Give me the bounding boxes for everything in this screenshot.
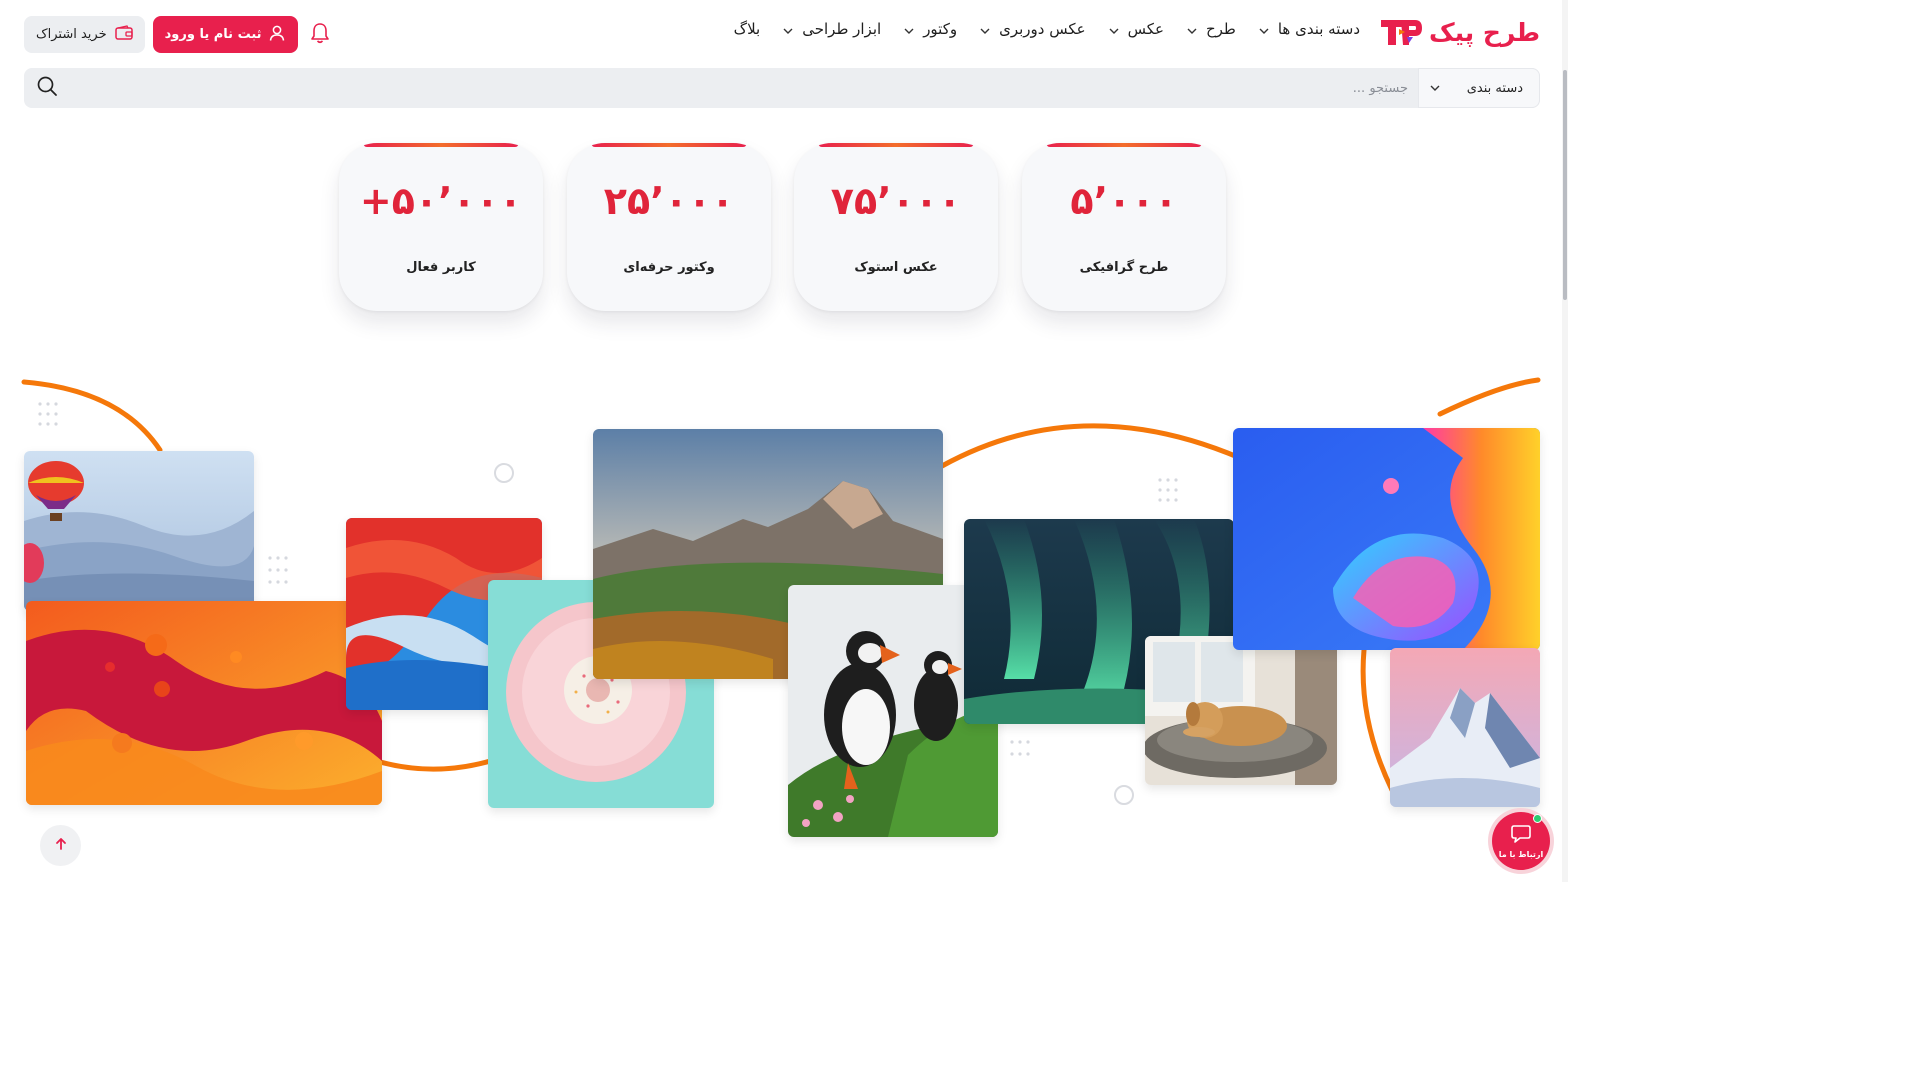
- chevron-down-icon: [1186, 23, 1198, 35]
- stat-value: +۵۰٬۰۰۰: [359, 179, 523, 223]
- nav-item-label: وکتور: [923, 20, 958, 38]
- contact-us-label: ارتباط با ما: [1498, 849, 1544, 859]
- hero-gallery: [0, 330, 1568, 882]
- stat-value: ۲۵٬۰۰۰: [603, 179, 735, 223]
- nav-item-photos[interactable]: عکس: [1108, 20, 1164, 38]
- stat-label: عکس استوک: [854, 260, 938, 275]
- arrow-up-icon: [54, 836, 68, 855]
- nav-item-designs[interactable]: طرح: [1186, 20, 1236, 38]
- subscribe-button[interactable]: خرید اشتراک: [24, 16, 145, 53]
- bell-icon: [310, 22, 330, 48]
- chevron-down-icon: [1429, 82, 1441, 94]
- chevron-down-icon: [1258, 23, 1270, 35]
- chat-bubble-icon: [1510, 824, 1532, 848]
- stat-label: کاربر فعال: [406, 260, 476, 275]
- stat-value: ۵٬۰۰۰: [1070, 179, 1178, 223]
- login-register-button[interactable]: ثبت نام یا ورود: [152, 16, 298, 53]
- user-icon: [268, 24, 286, 46]
- orange-fluid-abstract[interactable]: [26, 601, 382, 805]
- nav-item-cutout-photos[interactable]: عکس دوربری: [979, 20, 1086, 38]
- back-to-top-button[interactable]: [40, 825, 81, 866]
- hot-air-balloons-photo[interactable]: [24, 451, 254, 611]
- chevron-down-icon: [1108, 23, 1120, 35]
- scrollbar-thumb[interactable]: [1563, 70, 1567, 300]
- search-category-select[interactable]: دسته بندی: [1418, 68, 1540, 108]
- nav-item-vectors[interactable]: وکتور: [903, 20, 957, 38]
- nav-item-label: عکس دوربری: [999, 20, 1086, 38]
- stat-value: ۷۵٬۰۰۰: [830, 179, 962, 223]
- chevron-down-icon: [782, 23, 794, 35]
- nav-item-label: طرح: [1205, 20, 1236, 38]
- logo-text: طرح پیک: [1428, 17, 1541, 47]
- dog-on-bed-photo[interactable]: [1145, 636, 1337, 785]
- snowy-peak-photo[interactable]: [1390, 648, 1540, 807]
- stat-label: وکتور حرفه‌ای: [623, 260, 715, 275]
- search-input[interactable]: [70, 68, 1418, 108]
- contact-us-button[interactable]: ارتباط با ما: [1492, 812, 1550, 870]
- stat-card-stock-photos: ۷۵٬۰۰۰ عکس استوک: [794, 143, 998, 311]
- nav-item-label: بلاگ: [733, 20, 761, 38]
- nav-item-categories[interactable]: دسته بندی ها: [1258, 20, 1360, 38]
- logo-mark-icon: [1379, 16, 1423, 48]
- header-actions: ثبت نام یا ورود خرید اشتراک: [24, 16, 340, 53]
- nav-item-label: عکس: [1127, 20, 1164, 38]
- nav-item-blog[interactable]: بلاگ: [734, 20, 761, 38]
- online-status-dot: [1533, 814, 1542, 823]
- nav-item-label: ابزار طراحی: [802, 20, 882, 38]
- search-button[interactable]: [24, 68, 70, 108]
- search-category-label: دسته بندی: [1466, 80, 1523, 96]
- nav-item-label: دسته بندی ها: [1277, 20, 1360, 38]
- subscribe-button-label: خرید اشتراک: [36, 27, 107, 42]
- stat-card-active-users: +۵۰٬۰۰۰ کاربر فعال: [339, 143, 543, 311]
- stat-card-graphic-designs: ۵٬۰۰۰ طرح گرافیکی: [1022, 143, 1226, 311]
- notifications-button[interactable]: [306, 16, 334, 53]
- colorful-3d-shape-art[interactable]: [1233, 428, 1540, 650]
- site-header: طرح پیک دسته بندی ها طرح عکس عکس دوربری: [0, 0, 1568, 68]
- login-button-label: ثبت نام یا ورود: [164, 27, 262, 42]
- stat-label: طرح گرافیکی: [1079, 260, 1169, 275]
- wallet-icon: [114, 24, 133, 45]
- chevron-down-icon: [903, 23, 915, 35]
- main-nav: دسته بندی ها طرح عکس عکس دوربری وکتور اب…: [734, 20, 1360, 38]
- search-icon: [36, 75, 58, 101]
- search-bar: دسته بندی: [24, 68, 1540, 108]
- chevron-down-icon: [979, 23, 991, 35]
- site-logo[interactable]: طرح پیک: [1379, 16, 1541, 48]
- nav-item-design-tools[interactable]: ابزار طراحی: [782, 20, 881, 38]
- stat-card-vectors: ۲۵٬۰۰۰ وکتور حرفه‌ای: [567, 143, 771, 311]
